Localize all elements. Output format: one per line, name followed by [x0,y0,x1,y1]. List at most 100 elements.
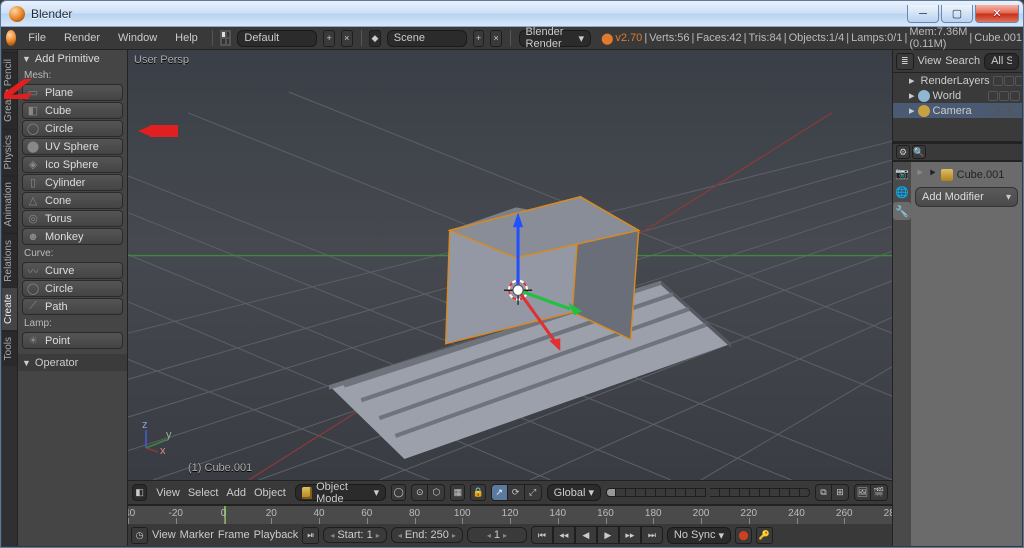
3dview-menu-add[interactable]: Add [226,487,246,499]
layer-button[interactable] [636,488,646,497]
snap-toggle[interactable]: ⧉ [815,484,832,501]
layer-button[interactable] [646,488,656,497]
layer-button[interactable] [800,488,810,497]
lockto-icon[interactable]: 🔒 [470,484,485,501]
play[interactable]: ▶ [597,526,619,544]
3dview-menu-select[interactable]: Select [188,487,219,499]
mode-selector[interactable]: Object Mode▾ [295,484,386,501]
add-curve-button[interactable]: 〰Curve [22,262,123,279]
end-frame-field[interactable]: End: 250 [391,527,463,543]
autokey-toggle[interactable]: ⬤ [735,527,752,544]
layer-button[interactable] [770,488,780,497]
layer-button[interactable] [606,488,616,497]
del-scene-button[interactable]: × [490,30,502,47]
manipulator-toggle[interactable]: ↗ [491,484,508,501]
layer-button[interactable] [616,488,626,497]
layer-button[interactable] [720,488,730,497]
3dview-menu-object[interactable]: Object [254,487,286,499]
layer-button[interactable] [730,488,740,497]
add-primitive-header[interactable]: Add Primitive [18,50,127,68]
layer-button[interactable] [626,488,636,497]
timeline-menu-view[interactable]: View [152,529,176,541]
prop-tab-render[interactable]: 📷 [893,164,911,182]
layer-button[interactable] [790,488,800,497]
window-minimize-button[interactable]: ─ [907,5,939,23]
add-modifier-button[interactable]: Add Modifier [915,187,1018,207]
add-path-button[interactable]: ⟋Path [22,298,123,315]
outliner-item[interactable]: ▸RenderLayers [893,73,1022,88]
shading-selector[interactable]: ◯ [391,484,406,501]
scene-selector[interactable]: Scene [387,30,467,47]
layer-buttons[interactable] [606,488,810,497]
3dview-menu-view[interactable]: View [156,487,180,499]
add-screen-button[interactable]: + [323,30,335,47]
window-maximize-button[interactable]: ▢ [941,5,973,23]
info-editor-icon[interactable] [6,30,16,46]
add-torus-button[interactable]: ◎Torus [22,210,123,227]
layers-icon[interactable]: ▦ [450,484,465,501]
current-frame-field[interactable]: 1 [467,527,527,543]
add-ico-sphere-button[interactable]: ◈Ico Sphere [22,156,123,173]
jump-start[interactable]: ⏮ [531,526,553,544]
layer-button[interactable] [750,488,760,497]
add-cylinder-button[interactable]: ▯Cylinder [22,174,123,191]
start-frame-field[interactable]: Start: 1 [323,527,387,543]
render-preview[interactable]: 🖼 [854,484,871,501]
keying-set[interactable]: 🔑 [756,527,773,544]
add-circle-button[interactable]: ◯Circle [22,120,123,137]
add-point-button[interactable]: ☀Point [22,332,123,349]
menu-help[interactable]: Help [169,30,204,46]
layer-button[interactable] [710,488,720,497]
layer-button[interactable] [656,488,666,497]
keyframe-prev[interactable]: ◂◂ [553,526,575,544]
render-engine-selector[interactable]: Blender Render▾ [519,30,592,47]
menu-window[interactable]: Window [112,30,163,46]
timeline-editor-icon[interactable]: ◷ [131,527,148,544]
layer-button[interactable] [666,488,676,497]
layer-button[interactable] [780,488,790,497]
frame-lock-icon[interactable]: ⏯ [302,527,319,544]
add-monkey-button[interactable]: ☻Monkey [22,228,123,245]
snap-type[interactable]: ⊞ [832,484,849,501]
menu-file[interactable]: File [22,30,52,46]
outliner-view[interactable]: View [918,55,942,67]
category-tab-relations[interactable]: Relations [2,233,17,288]
category-tab-animation[interactable]: Animation [2,175,17,232]
add-uv-sphere-button[interactable]: ⬤UV Sphere [22,138,123,155]
add-plane-button[interactable]: ▭Plane [22,84,123,101]
layer-button[interactable] [696,488,706,497]
3dview-editor-icon[interactable]: ◧ [132,484,147,501]
layer-button[interactable] [676,488,686,497]
prop-tab-modifier[interactable]: 🔧 [893,202,911,220]
screen-layout-icon[interactable] [220,30,231,46]
outliner-search[interactable]: Search [945,55,980,67]
timeline-menu-playback[interactable]: Playback [254,529,299,541]
add-circle-button[interactable]: ◯Circle [22,280,123,297]
timeline-menu-marker[interactable]: Marker [180,529,214,541]
outliner-item[interactable]: ▸World [893,88,1022,103]
play-rev[interactable]: ◀ [575,526,597,544]
orientation-selector[interactable]: Global▾ [547,484,601,501]
layer-button[interactable] [760,488,770,497]
category-tab-tools[interactable]: Tools [2,330,17,366]
menu-render[interactable]: Render [58,30,106,46]
outliner-editor-icon[interactable]: ≣ [896,53,914,70]
add-cube-button[interactable]: ◧Cube [22,102,123,119]
sync-mode[interactable]: No Sync▾ [667,527,731,544]
screen-layout-selector[interactable]: Default [237,30,317,47]
timeline-ruler[interactable]: -40-200204060801001201401601802002202402… [128,506,892,524]
outliner-item[interactable]: ▸Camera [893,103,1022,118]
timeline-menu-frame[interactable]: Frame [218,529,250,541]
add-cone-button[interactable]: △Cone [22,192,123,209]
window-close-button[interactable]: ✕ [975,5,1019,23]
category-tab-physics[interactable]: Physics [2,128,17,175]
layer-button[interactable] [740,488,750,497]
render-anim[interactable]: 🎬 [871,484,888,501]
add-scene-button[interactable]: + [473,30,485,47]
operator-panel-header[interactable]: Operator [18,354,127,371]
del-screen-button[interactable]: × [341,30,353,47]
prop-tab-scene[interactable]: 🌐 [893,183,911,201]
category-tab-create[interactable]: Create [2,287,17,330]
3d-viewport[interactable]: User Persp (1) Cube.001 y z x [128,50,892,480]
layer-button[interactable] [686,488,696,497]
